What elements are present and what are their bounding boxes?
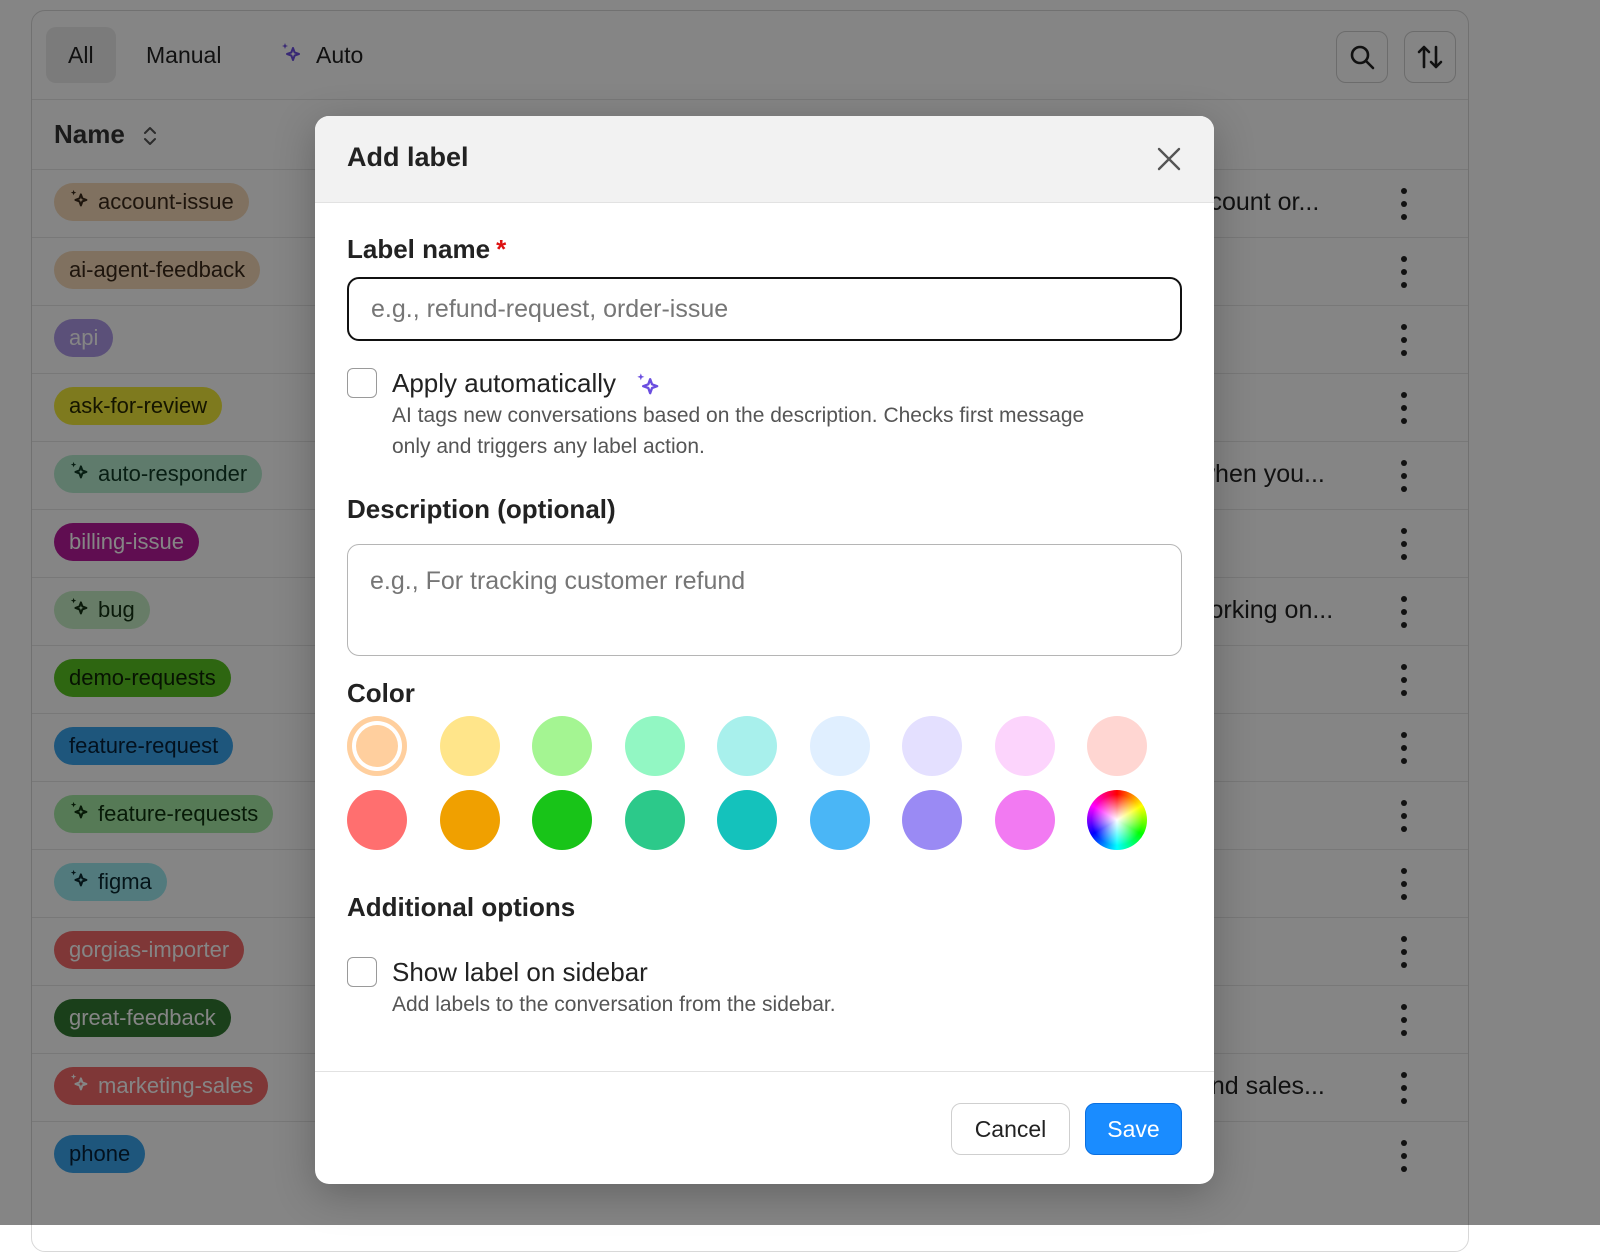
label-name-label: Label name *	[347, 234, 506, 265]
color-swatch[interactable]	[439, 716, 500, 776]
save-button[interactable]: Save	[1085, 1103, 1182, 1155]
apply-automatically-text: Apply automatically	[392, 368, 616, 398]
show-on-sidebar-help: Add labels to the conversation from the …	[392, 993, 836, 1016]
color-swatch[interactable]	[1087, 716, 1147, 776]
sparkle-icon	[637, 373, 659, 395]
apply-automatically-label[interactable]: Apply automatically	[392, 368, 663, 399]
label-name-input[interactable]	[347, 277, 1182, 341]
dialog-header: Add label	[315, 116, 1214, 203]
label-name-text: Label name	[347, 234, 491, 264]
custom-color-picker[interactable]	[1087, 790, 1147, 850]
color-swatch[interactable]	[532, 790, 592, 850]
color-swatch[interactable]	[624, 716, 685, 776]
color-swatch[interactable]	[809, 790, 870, 850]
apply-automatically-checkbox[interactable]	[347, 368, 377, 398]
dialog-title: Add label	[347, 142, 469, 172]
additional-options-heading: Additional options	[347, 892, 576, 922]
color-swatch[interactable]	[809, 716, 870, 776]
color-swatch[interactable]	[717, 716, 777, 776]
dialog-footer-divider	[315, 1071, 1214, 1072]
description-input[interactable]	[347, 544, 1182, 656]
color-label: Color	[347, 678, 415, 708]
apply-automatically-help: AI tags new conversations based on the d…	[392, 404, 1085, 458]
color-swatch[interactable]	[347, 790, 407, 850]
color-swatch[interactable]	[902, 790, 962, 850]
color-swatch[interactable]	[439, 790, 500, 850]
color-swatch-selected[interactable]	[347, 716, 407, 776]
description-label: Description (optional)	[347, 494, 616, 524]
close-button[interactable]	[1152, 142, 1186, 176]
color-swatch[interactable]	[717, 790, 777, 850]
color-swatch[interactable]	[902, 716, 962, 776]
cancel-button[interactable]: Cancel	[951, 1103, 1070, 1155]
add-label-dialog: Add label Label name* Apply automaticall…	[315, 116, 1214, 1184]
color-swatch[interactable]	[994, 716, 1055, 776]
show-on-sidebar-label[interactable]: Show label on sidebar	[392, 957, 648, 988]
color-swatch[interactable]	[994, 790, 1055, 850]
show-on-sidebar-checkbox[interactable]	[347, 957, 377, 987]
required-mark: *	[496, 234, 507, 264]
close-icon	[1157, 147, 1181, 171]
color-swatch[interactable]	[624, 790, 685, 850]
color-swatch[interactable]	[532, 716, 592, 776]
